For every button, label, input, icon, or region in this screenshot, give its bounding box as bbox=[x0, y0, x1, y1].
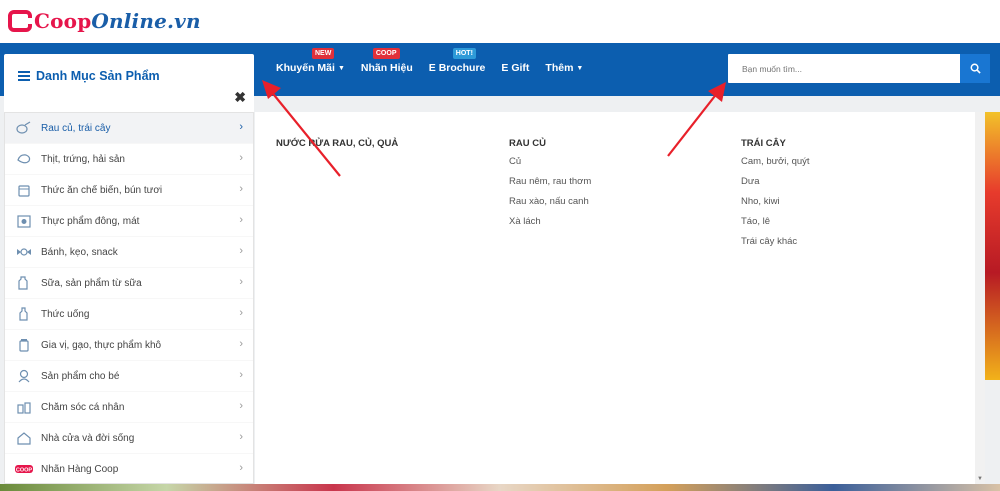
badge-hot: HOT! bbox=[452, 48, 476, 59]
sidebar-item-label: Nhà cửa và đời sống bbox=[41, 432, 135, 444]
search-icon bbox=[970, 63, 981, 74]
home-icon bbox=[15, 430, 33, 446]
caret-down-icon: ▼ bbox=[337, 64, 345, 72]
prepared-food-icon bbox=[15, 182, 33, 198]
top-bar: CoopOnline.vn bbox=[0, 0, 1000, 43]
candy-icon bbox=[15, 244, 33, 260]
mega-link[interactable]: Cam, bưởi, quýt bbox=[741, 155, 810, 175]
sidebar-item-thuc-an-che-bien[interactable]: Thức ăn chế biến, bún tươi › bbox=[5, 175, 253, 206]
badge-new: NEW bbox=[312, 48, 335, 59]
mega-menu-panel: NƯỚC RỬA RAU, CỦ, QUẢ RAU CỦ Củ Rau nêm,… bbox=[255, 112, 985, 484]
sidebar-item-banh-keo-snack[interactable]: Bánh, kẹo, snack › bbox=[5, 237, 253, 268]
svg-text:COOP: COOP bbox=[16, 467, 33, 473]
drink-icon bbox=[15, 306, 33, 322]
chevron-right-icon: › bbox=[239, 121, 243, 133]
mega-link[interactable]: Táo, lê bbox=[741, 215, 810, 235]
product-images-strip bbox=[0, 484, 1000, 491]
nav-links: NEW Khuyến Mãi ▼ COOP Nhãn Hiệu HOT! E B… bbox=[276, 48, 599, 79]
search-button[interactable] bbox=[960, 54, 990, 83]
logo-mark-icon bbox=[8, 10, 34, 32]
site-logo[interactable]: CoopOnline.vn bbox=[8, 8, 201, 34]
nav-item-khuyen-mai[interactable]: NEW Khuyến Mãi ▼ bbox=[276, 48, 345, 79]
sidebar-item-label: Thịt, trứng, hải sản bbox=[41, 153, 125, 165]
sidebar-item-thuc-pham-dong-mat[interactable]: Thực phẩm đông, mát › bbox=[5, 206, 253, 237]
sidebar-item-label: Bánh, kẹo, snack bbox=[41, 246, 118, 258]
category-menu-label: Danh Mục Sản Phẩm bbox=[36, 69, 160, 83]
mega-link[interactable]: Rau nêm, rau thơm bbox=[509, 175, 591, 195]
baby-icon bbox=[15, 368, 33, 384]
spice-icon bbox=[15, 337, 33, 353]
mega-link[interactable]: Rau xào, nấu canh bbox=[509, 195, 591, 215]
mega-link[interactable]: Trái cây khác bbox=[741, 235, 810, 255]
nav-item-label: Thêm bbox=[545, 62, 574, 74]
chevron-right-icon: › bbox=[239, 183, 243, 195]
category-sidebar: Rau củ, trái cây › Thịt, trứng, hải sản … bbox=[4, 112, 254, 485]
mega-link[interactable]: Dưa bbox=[741, 175, 810, 195]
personal-care-icon bbox=[15, 399, 33, 415]
sidebar-item-gia-vi-gao[interactable]: Gia vị, gạo, thực phẩm khô › bbox=[5, 330, 253, 361]
coop-brand-icon: COOP bbox=[15, 461, 33, 477]
mega-column-nuoc-rua: NƯỚC RỬA RAU, CỦ, QUẢ bbox=[276, 138, 398, 155]
search-input[interactable] bbox=[728, 54, 960, 83]
nav-item-e-brochure[interactable]: HOT! E Brochure bbox=[428, 48, 486, 79]
vegetable-icon bbox=[15, 120, 33, 136]
chevron-right-icon: › bbox=[239, 338, 243, 350]
sidebar-item-thuc-uong[interactable]: Thức uống › bbox=[5, 299, 253, 330]
scroll-down-arrow-icon[interactable]: ▼ bbox=[977, 476, 983, 482]
milk-icon bbox=[15, 275, 33, 291]
close-icon[interactable]: ✖ bbox=[234, 89, 246, 106]
nav-item-label: Khuyến Mãi bbox=[276, 62, 335, 74]
mega-link[interactable]: Củ bbox=[509, 155, 591, 175]
nav-item-label: E Brochure bbox=[428, 62, 486, 74]
hamburger-icon bbox=[18, 71, 30, 81]
chevron-right-icon: › bbox=[239, 369, 243, 381]
sidebar-item-label: Thức uống bbox=[41, 308, 90, 320]
mega-column-title[interactable]: TRÁI CÂY bbox=[741, 138, 810, 149]
sidebar-item-thit-trung-hai-san[interactable]: Thịt, trứng, hải sản › bbox=[5, 144, 253, 175]
chevron-right-icon: › bbox=[239, 400, 243, 412]
mega-column-trai-cay: TRÁI CÂY Cam, bưởi, quýt Dưa Nho, kiwi T… bbox=[741, 138, 810, 255]
mega-link[interactable]: Xà lách bbox=[509, 215, 591, 235]
sidebar-item-sua[interactable]: Sữa, sản phẩm từ sữa › bbox=[5, 268, 253, 299]
sidebar-item-rau-cu-trai-cay[interactable]: Rau củ, trái cây › bbox=[5, 113, 253, 144]
nav-item-nhan-hieu[interactable]: COOP Nhãn Hiệu bbox=[360, 48, 413, 79]
mega-link[interactable]: Nho, kiwi bbox=[741, 195, 810, 215]
chevron-right-icon: › bbox=[239, 462, 243, 474]
nav-item-e-gift[interactable]: E Gift bbox=[501, 57, 529, 79]
chevron-right-icon: › bbox=[239, 276, 243, 288]
nav-item-label: Nhãn Hiệu bbox=[360, 62, 413, 74]
search-box bbox=[728, 54, 990, 83]
chevron-right-icon: › bbox=[239, 152, 243, 164]
chevron-right-icon: › bbox=[239, 431, 243, 443]
mega-column-title[interactable]: NƯỚC RỬA RAU, CỦ, QUẢ bbox=[276, 138, 398, 149]
sidebar-item-label: Sữa, sản phẩm từ sữa bbox=[41, 277, 142, 289]
sidebar-item-label: Rau củ, trái cây bbox=[41, 122, 111, 134]
meat-icon bbox=[15, 151, 33, 167]
sidebar-item-label: Thực phẩm đông, mát bbox=[41, 215, 140, 227]
nav-item-them[interactable]: Thêm ▼ bbox=[545, 57, 583, 79]
sidebar-item-san-pham-cho-be[interactable]: Sản phẩm cho bé › bbox=[5, 361, 253, 392]
sidebar-item-label: Nhãn Hàng Coop bbox=[41, 463, 119, 475]
sidebar-item-label: Sản phẩm cho bé bbox=[41, 370, 120, 382]
category-panel-header: ✖ bbox=[4, 86, 254, 112]
nav-item-label: E Gift bbox=[501, 62, 530, 74]
fridge-icon bbox=[15, 213, 33, 229]
chevron-right-icon: › bbox=[239, 307, 243, 319]
promo-banner-edge bbox=[985, 112, 1000, 380]
sidebar-item-nhan-hang-coop[interactable]: COOP Nhãn Hàng Coop › bbox=[5, 454, 253, 485]
sidebar-item-label: Chăm sóc cá nhân bbox=[41, 401, 125, 413]
mega-column-title[interactable]: RAU CỦ bbox=[509, 138, 591, 149]
caret-down-icon: ▼ bbox=[576, 64, 584, 72]
sidebar-item-label: Thức ăn chế biến, bún tươi bbox=[41, 184, 163, 196]
badge-coop: COOP bbox=[372, 48, 400, 59]
chevron-right-icon: › bbox=[239, 245, 243, 257]
sidebar-item-cham-soc-ca-nhan[interactable]: Chăm sóc cá nhân › bbox=[5, 392, 253, 423]
mega-column-rau-cu: RAU CỦ Củ Rau nêm, rau thơm Rau xào, nấu… bbox=[509, 138, 591, 235]
sidebar-item-nha-cua-doi-song[interactable]: Nhà cửa và đời sống › bbox=[5, 423, 253, 454]
sidebar-item-label: Gia vị, gạo, thực phẩm khô bbox=[41, 339, 162, 351]
logo-text-coop: Coop bbox=[34, 9, 92, 33]
logo-text-online: Online.vn bbox=[91, 9, 201, 33]
chevron-right-icon: › bbox=[239, 214, 243, 226]
mega-menu-scrollbar[interactable]: ▼ bbox=[975, 112, 985, 484]
